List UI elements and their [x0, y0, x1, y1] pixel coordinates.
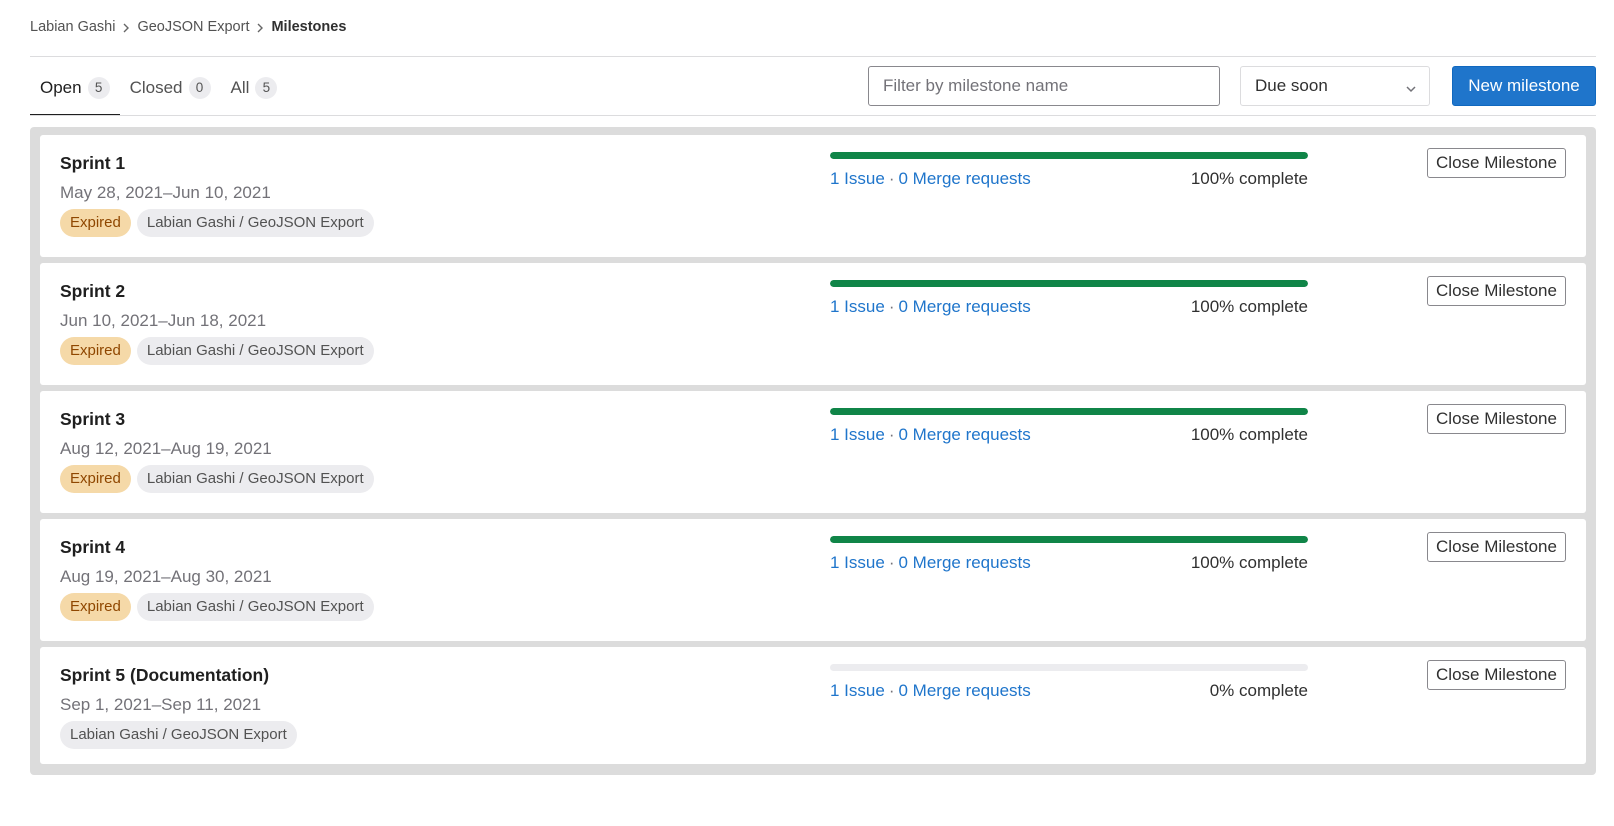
merge-requests-link[interactable]: 0 Merge requests: [898, 169, 1030, 188]
milestone-badges: Labian Gashi / GeoJSON Export: [60, 721, 297, 749]
milestone-links: 1 Issue · 0 Merge requests: [830, 297, 1031, 317]
tab-count-badge: 5: [87, 77, 110, 99]
milestone-links: 1 Issue · 0 Merge requests: [830, 169, 1031, 189]
close-milestone-button[interactable]: Close Milestone: [1427, 532, 1566, 562]
issues-link[interactable]: 1 Issue: [830, 681, 885, 700]
milestone-badges: Expired Labian Gashi / GeoJSON Export: [60, 209, 374, 237]
breadcrumb-item-current[interactable]: Milestones: [271, 19, 346, 35]
close-milestone-button[interactable]: Close Milestone: [1427, 660, 1566, 690]
project-badge: Labian Gashi / GeoJSON Export: [136, 593, 374, 621]
expired-badge: Expired: [60, 337, 131, 365]
progress-bar: [830, 536, 1308, 543]
tab-count-badge: 5: [255, 77, 278, 99]
completion-text: 100% complete: [1190, 425, 1308, 444]
merge-requests-link[interactable]: 0 Merge requests: [898, 297, 1030, 316]
progress-fill: [830, 536, 1308, 543]
tab-label: All: [230, 78, 250, 97]
milestone-badges: Expired Labian Gashi / GeoJSON Export: [60, 337, 374, 365]
merge-requests-link[interactable]: 0 Merge requests: [898, 425, 1030, 444]
tab-all[interactable]: All 5: [221, 60, 288, 116]
tab-label: Open: [40, 78, 82, 97]
milestone-card: Sprint 3 Aug 12, 2021–Aug 19, 2021 Expir…: [40, 391, 1586, 513]
milestone-title[interactable]: Sprint 2: [60, 281, 125, 302]
completion-text: 100% complete: [1190, 553, 1308, 572]
merge-requests-link[interactable]: 0 Merge requests: [898, 681, 1030, 700]
separator-dot: ·: [888, 425, 895, 444]
tab-closed[interactable]: Closed 0: [120, 60, 221, 116]
progress-fill: [830, 152, 1308, 159]
project-badge: Labian Gashi / GeoJSON Export: [60, 721, 297, 749]
breadcrumb-item-user[interactable]: Labian Gashi: [30, 19, 115, 35]
milestone-card: Sprint 4 Aug 19, 2021–Aug 30, 2021 Expir…: [40, 519, 1586, 641]
issues-link[interactable]: 1 Issue: [830, 297, 885, 316]
issues-link[interactable]: 1 Issue: [830, 553, 885, 572]
milestone-links: 1 Issue · 0 Merge requests: [830, 681, 1031, 701]
milestone-card: Sprint 5 (Documentation) Sep 1, 2021–Sep…: [40, 647, 1586, 764]
progress-fill: [830, 280, 1308, 287]
close-milestone-button[interactable]: Close Milestone: [1427, 276, 1566, 306]
expired-badge: Expired: [60, 465, 131, 493]
chevron-down-icon: [1405, 80, 1417, 100]
milestone-dates: Sep 1, 2021–Sep 11, 2021: [60, 695, 262, 714]
milestone-badges: Expired Labian Gashi / GeoJSON Export: [60, 593, 374, 621]
milestone-dates: Aug 12, 2021–Aug 19, 2021: [60, 439, 272, 458]
separator-dot: ·: [888, 297, 895, 316]
expired-badge: Expired: [60, 593, 131, 621]
project-badge: Labian Gashi / GeoJSON Export: [136, 337, 374, 365]
progress-bar: [830, 152, 1308, 159]
divider: [30, 56, 1596, 57]
close-milestone-button[interactable]: Close Milestone: [1427, 404, 1566, 434]
close-milestone-button[interactable]: Close Milestone: [1427, 148, 1566, 178]
progress-bar: [830, 280, 1308, 287]
milestone-filter-input[interactable]: [868, 66, 1220, 106]
separator-dot: ·: [888, 681, 895, 700]
completion-text: 100% complete: [1190, 169, 1308, 188]
milestone-title[interactable]: Sprint 5 (Documentation): [60, 665, 269, 686]
issues-link[interactable]: 1 Issue: [830, 425, 885, 444]
milestone-card: Sprint 1 May 28, 2021–Jun 10, 2021 Expir…: [40, 135, 1586, 257]
milestone-dates: May 28, 2021–Jun 10, 2021: [60, 183, 271, 202]
tab-count-badge: 0: [188, 77, 211, 99]
sort-dropdown[interactable]: Due soon: [1240, 66, 1430, 106]
completion-text: 100% complete: [1190, 297, 1308, 316]
milestone-card: Sprint 2 Jun 10, 2021–Jun 18, 2021 Expir…: [40, 263, 1586, 385]
separator-dot: ·: [888, 553, 895, 572]
milestone-title[interactable]: Sprint 4: [60, 537, 125, 558]
milestone-title[interactable]: Sprint 1: [60, 153, 125, 174]
tab-label: Closed: [129, 78, 183, 97]
project-badge: Labian Gashi / GeoJSON Export: [136, 465, 374, 493]
separator-dot: ·: [888, 169, 895, 188]
merge-requests-link[interactable]: 0 Merge requests: [898, 553, 1030, 572]
expired-badge: Expired: [60, 209, 131, 237]
breadcrumb-item-project[interactable]: GeoJSON Export: [137, 19, 249, 35]
milestone-dates: Jun 10, 2021–Jun 18, 2021: [60, 311, 267, 330]
sort-selected-label: Due soon: [1255, 76, 1328, 95]
chevron-right-icon: [249, 20, 271, 34]
chevron-right-icon: [115, 20, 137, 34]
milestone-links: 1 Issue · 0 Merge requests: [830, 425, 1031, 445]
state-tabs: Open 5 Closed 0 All 5: [30, 60, 287, 116]
divider: [30, 115, 1596, 116]
breadcrumb: Labian Gashi GeoJSON Export Milestones: [30, 17, 346, 37]
milestone-links: 1 Issue · 0 Merge requests: [830, 553, 1031, 573]
milestone-badges: Expired Labian Gashi / GeoJSON Export: [60, 465, 374, 493]
issues-link[interactable]: 1 Issue: [830, 169, 885, 188]
progress-bar: [830, 664, 1308, 671]
milestone-dates: Aug 19, 2021–Aug 30, 2021: [60, 567, 272, 586]
tab-open[interactable]: Open 5: [30, 60, 120, 116]
new-milestone-button[interactable]: New milestone: [1452, 66, 1596, 106]
progress-fill: [830, 408, 1308, 415]
project-badge: Labian Gashi / GeoJSON Export: [136, 209, 374, 237]
completion-text: 0% complete: [1209, 681, 1308, 700]
progress-bar: [830, 408, 1308, 415]
milestone-title[interactable]: Sprint 3: [60, 409, 125, 430]
milestone-list: Sprint 1 May 28, 2021–Jun 10, 2021 Expir…: [30, 127, 1596, 775]
